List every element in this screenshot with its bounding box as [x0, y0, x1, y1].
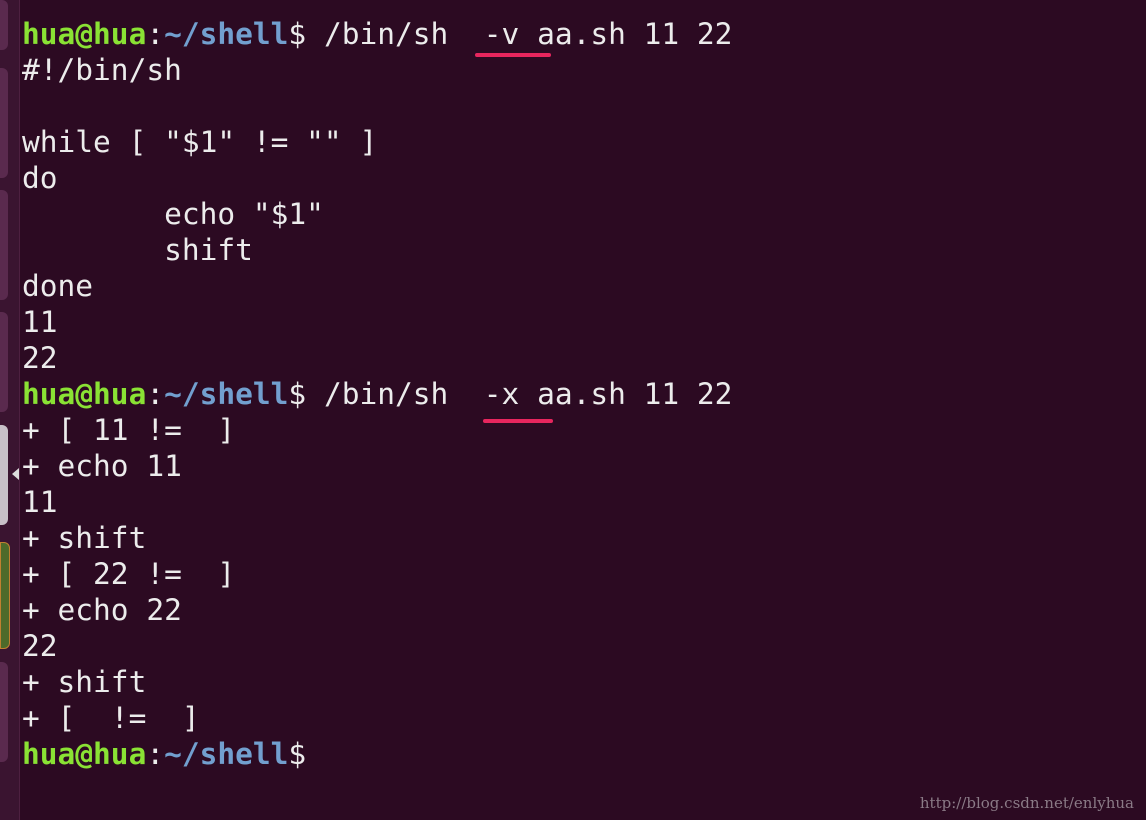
active-indicator-arrow-icon [12, 468, 19, 480]
command: /bin/sh -x aa.sh 11 22 [306, 377, 733, 411]
output-line: 22 [22, 629, 58, 663]
output-line: + [ != ] [22, 701, 200, 735]
output-line: + shift [22, 665, 147, 699]
output-line: 22 [22, 341, 58, 375]
output-line: + echo 22 [22, 593, 182, 627]
prompt-line: hua@hua:~/shell$ /bin/sh -v aa.sh 11 22 [22, 16, 732, 52]
prompt-path: ~/shell [164, 17, 289, 51]
prompt-symbol: $ [288, 377, 307, 411]
launcher-item[interactable] [0, 0, 8, 50]
output-line: shift [22, 233, 253, 267]
output-line: + [ 22 != ] [22, 557, 236, 591]
prompt-path: ~/shell [164, 737, 289, 771]
output-line: echo "$1" [22, 197, 324, 231]
output-line: #!/bin/sh [22, 53, 182, 87]
annotation-underline-v [475, 53, 551, 57]
launcher-item[interactable] [0, 312, 8, 412]
prompt-line: hua@hua:~/shell$ [22, 736, 732, 772]
terminal-output[interactable]: hua@hua:~/shell$ /bin/sh -v aa.sh 11 22 … [22, 16, 732, 772]
output-line: 11 [22, 485, 58, 519]
watermark: http://blog.csdn.net/enlyhua [919, 794, 1134, 812]
prompt-user: hua@hua [22, 377, 147, 411]
launcher-sidebar [0, 0, 20, 820]
command: /bin/sh -v aa.sh 11 22 [306, 17, 733, 51]
output-line: while [ "$1" != "" ] [22, 125, 378, 159]
launcher-item[interactable] [0, 68, 8, 178]
prompt-symbol: $ [288, 737, 307, 771]
prompt-user: hua@hua [22, 17, 147, 51]
output-line: + shift [22, 521, 147, 555]
output-line: 11 [22, 305, 58, 339]
prompt-line: hua@hua:~/shell$ /bin/sh -x aa.sh 11 22 [22, 376, 732, 412]
output-line: done [22, 269, 94, 303]
launcher-item[interactable] [0, 662, 8, 762]
launcher-item[interactable] [0, 190, 8, 300]
output-line: do [22, 161, 58, 195]
prompt-user: hua@hua [22, 737, 147, 771]
prompt-colon: : [146, 737, 165, 771]
launcher-item-active[interactable] [0, 542, 10, 649]
output-line: + echo 11 [22, 449, 182, 483]
annotation-underline-x [483, 419, 553, 423]
launcher-item-selected[interactable] [0, 425, 8, 525]
prompt-path: ~/shell [164, 377, 289, 411]
prompt-colon: : [146, 377, 165, 411]
prompt-colon: : [146, 17, 165, 51]
prompt-symbol: $ [288, 17, 307, 51]
output-line: + [ 11 != ] [22, 413, 236, 447]
